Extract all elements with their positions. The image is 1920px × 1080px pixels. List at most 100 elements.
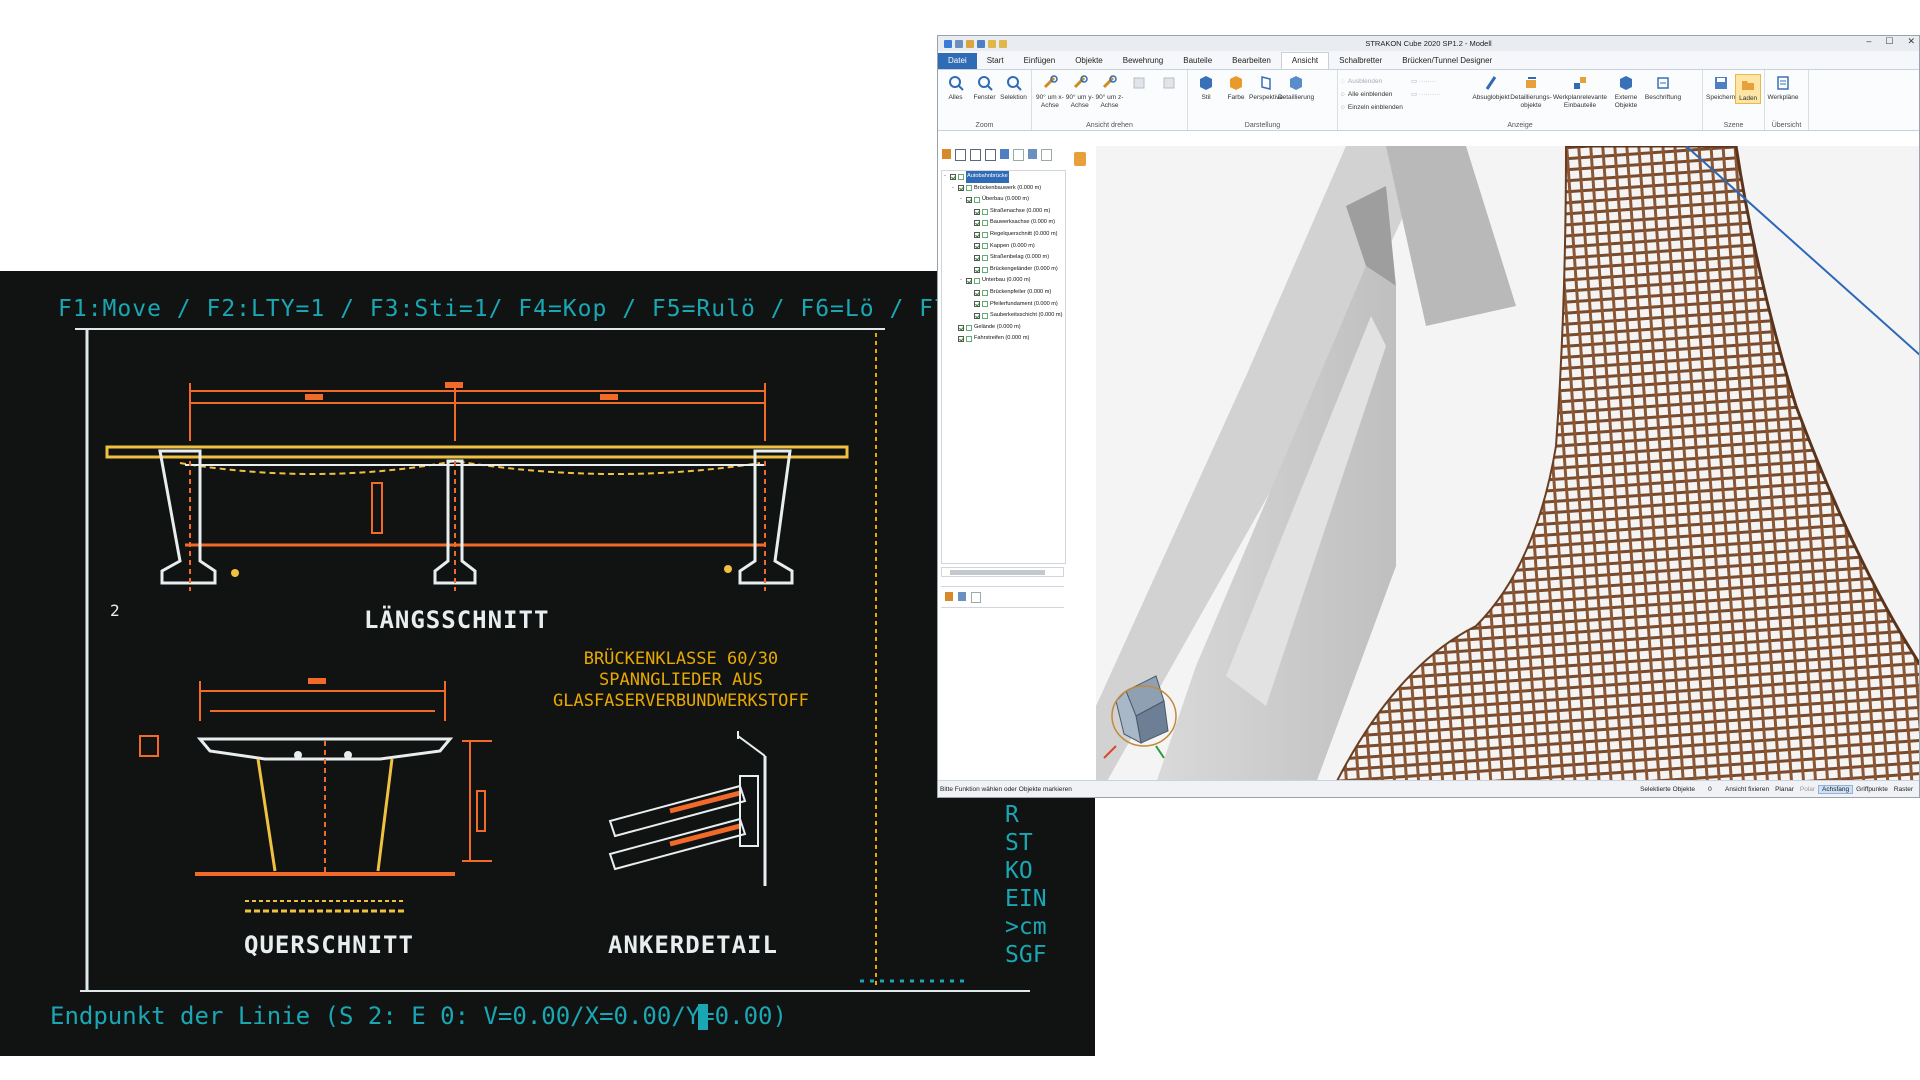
tree-node[interactable]: Straßenbelag (0.000 m) [942, 252, 1065, 264]
detail-objects-label: Detaillierungs-objekte [1510, 94, 1552, 109]
maximize-icon[interactable]: ☐ [1885, 36, 1893, 47]
remove-node-icon[interactable] [971, 592, 981, 603]
arrow-up-icon[interactable] [970, 149, 981, 161]
redo-icon[interactable] [999, 39, 1007, 48]
node-type-icon [982, 289, 988, 296]
axis-snap-toggle[interactable]: Achsfang [1818, 784, 1854, 794]
tab-einfuegen[interactable]: Einfügen [1014, 53, 1066, 69]
tree-node[interactable]: - Überbau (0.000 m) [942, 194, 1065, 206]
tree-checkbox[interactable] [974, 301, 980, 308]
tree-checkbox[interactable] [974, 266, 980, 273]
settings-icon[interactable] [1028, 149, 1037, 159]
edit-icon[interactable] [1000, 149, 1009, 159]
tree-checkbox[interactable] [966, 278, 972, 285]
close-icon[interactable]: ✕ [1907, 36, 1915, 47]
tree-checkbox[interactable] [974, 243, 980, 250]
tab-bearbeiten[interactable]: Bearbeiten [1222, 53, 1281, 69]
color-button[interactable]: Farbe [1221, 74, 1251, 102]
tree-node[interactable]: Kappen (0.000 m) [942, 241, 1065, 253]
tab-bruecken-tunnel-designer[interactable]: Brücken/Tunnel Designer [1392, 53, 1502, 69]
3d-viewport[interactable] [1096, 146, 1919, 783]
planar-toggle[interactable]: Planar [1772, 786, 1797, 793]
pin-icon[interactable] [1074, 152, 1086, 166]
tree-node[interactable]: Straßenachse (0.000 m) [942, 206, 1065, 218]
show-single-command[interactable]: ◌ Einzeln einblenden [1341, 101, 1411, 114]
fix-view-toggle[interactable]: Ansicht fixieren [1722, 786, 1772, 793]
zoom-window-button[interactable]: Fenster [970, 74, 999, 102]
structure-icon[interactable] [942, 149, 951, 159]
tree-checkbox[interactable] [974, 220, 980, 227]
absug-object-button[interactable]: Absuglobjekt [1471, 74, 1511, 102]
print-icon[interactable] [1041, 149, 1052, 161]
show-all-command[interactable]: ◌ Alle einblenden [1341, 88, 1411, 101]
rotate-y-button[interactable]: 90° um y-Achse [1065, 74, 1095, 110]
new-file-icon[interactable] [955, 39, 963, 48]
scene-load-button[interactable]: Laden [1735, 74, 1761, 104]
zoom-selection-button[interactable]: Selektion [999, 74, 1028, 102]
scene-save-button[interactable]: Speichern [1706, 74, 1735, 102]
tree-node[interactable]: Bauwerksachse (0.000 m) [942, 217, 1065, 229]
tree-node[interactable]: Brückenpfeiler (0.000 m) [942, 287, 1065, 299]
rotate-x-button[interactable]: 90° um x-Achse [1035, 74, 1065, 110]
undo-icon[interactable] [988, 39, 996, 48]
tree-checkbox[interactable] [966, 196, 972, 203]
tree-node[interactable]: - Brückenbauwerk (0.000 m) [942, 183, 1065, 195]
node-type-icon [966, 336, 972, 343]
save-icon[interactable] [977, 39, 985, 48]
disabled-command[interactable]: ▭ ········ [1411, 75, 1471, 88]
polar-toggle[interactable]: Polar [1797, 786, 1818, 793]
detail-button[interactable]: Detaillierung [1278, 74, 1314, 102]
external-objects-button[interactable]: Externe Objekte [1609, 74, 1643, 110]
selected-objects-count: 0 [1708, 785, 1712, 793]
work-plans-button[interactable]: Werkpläne [1768, 74, 1798, 102]
tab-bewehrung[interactable]: Bewehrung [1113, 53, 1173, 69]
grip-points-toggle[interactable]: Griffpunkte [1853, 786, 1891, 793]
detail-objects-button[interactable]: Detaillierungs-objekte [1510, 74, 1552, 110]
open-folder-icon[interactable] [966, 39, 974, 48]
tab-schalbretter[interactable]: Schalbretter [1329, 53, 1392, 69]
tab-bauteile[interactable]: Bauteile [1173, 53, 1222, 69]
tree-node[interactable]: - Autobahnbrücke [942, 171, 1065, 183]
hide-command[interactable]: ◌ Ausblenden [1341, 75, 1411, 88]
view-disabled-button-1[interactable] [1124, 74, 1154, 94]
tree-checkbox[interactable] [958, 185, 964, 192]
tree-node[interactable]: Fahrstreifen (0.000 m) [942, 333, 1065, 345]
tree-checkbox[interactable] [958, 324, 964, 331]
style-button[interactable]: Stil [1191, 74, 1221, 102]
tree-checkbox[interactable] [974, 289, 980, 296]
tree-checkbox[interactable] [974, 312, 980, 319]
tree-node[interactable]: - Unterbau (0.000 m) [942, 275, 1065, 287]
tree-checkbox[interactable] [950, 173, 956, 180]
add-child-icon[interactable] [958, 592, 966, 601]
zoom-all-button[interactable]: Alles [941, 74, 970, 102]
tree-node[interactable]: Brückengeländer (0.000 m) [942, 264, 1065, 276]
tab-ansicht[interactable]: Ansicht [1280, 52, 1330, 69]
note-line: SPANNGLIEDER AUS [599, 670, 763, 690]
view-disabled-button-2[interactable] [1154, 74, 1184, 94]
tree-checkbox[interactable] [974, 231, 980, 238]
tree-node[interactable]: Regelquerschnitt (0.000 m) [942, 229, 1065, 241]
tree-node[interactable]: Sauberkeitsschicht (0.000 m) [942, 310, 1065, 322]
tab-datei[interactable]: Datei [938, 53, 977, 69]
note-line: GLASFASERVERBUNDWERKSTOFF [553, 691, 809, 711]
tree-node[interactable]: Pfeilerfundament (0.000 m) [942, 299, 1065, 311]
perspective-button[interactable]: Perspektive [1249, 74, 1283, 102]
arrow-up-icon[interactable] [985, 149, 996, 161]
tree-node[interactable]: Gelände (0.000 m) [942, 322, 1065, 334]
tab-start[interactable]: Start [977, 53, 1014, 69]
tab-objekte[interactable]: Objekte [1065, 53, 1113, 69]
tree-checkbox[interactable] [958, 336, 964, 343]
delete-icon[interactable] [1013, 149, 1024, 161]
minimize-icon[interactable]: – [1866, 36, 1871, 47]
grid-toggle[interactable]: Raster [1891, 786, 1916, 793]
labeling-button[interactable]: Beschriftung [1643, 74, 1683, 102]
tree-checkbox[interactable] [974, 208, 980, 215]
relevant-parts-button[interactable]: Werkplanrelevante Einbauteile [1551, 74, 1609, 110]
scrollbar-thumb[interactable] [950, 570, 1045, 575]
tree-checkbox[interactable] [974, 254, 980, 261]
add-node-icon[interactable] [945, 592, 953, 601]
disabled-command[interactable]: ▭ ·········· [1411, 88, 1471, 101]
rotate-z-button[interactable]: 90° um z-Achse [1095, 74, 1125, 110]
tree-horizontal-scrollbar[interactable] [941, 567, 1064, 577]
arrow-up-icon[interactable] [955, 149, 966, 161]
